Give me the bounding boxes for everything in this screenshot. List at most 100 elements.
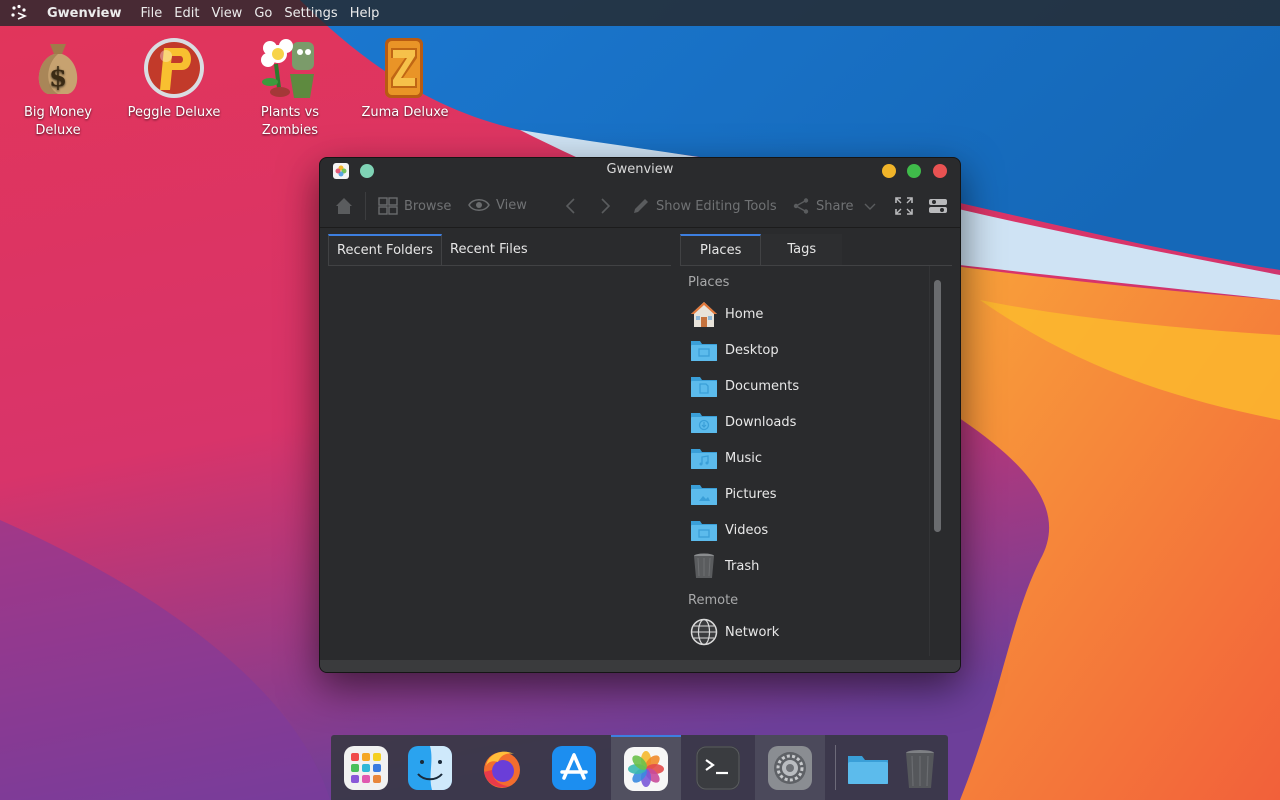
pictures-folder-icon [691, 485, 717, 505]
place-home[interactable]: Home [690, 297, 763, 331]
window-title: Gwenview [606, 162, 674, 177]
folder-icon [848, 755, 888, 784]
toggle-sidebar-button[interactable] [928, 196, 954, 216]
downloads-folder-icon [691, 413, 717, 433]
place-pictures[interactable]: Pictures [690, 477, 776, 511]
dock-firefox[interactable] [467, 735, 537, 800]
share-icon [793, 198, 809, 214]
tab-recent-folders[interactable]: Recent Folders [328, 234, 443, 265]
menu-go[interactable]: Go [254, 6, 272, 21]
menu-help[interactable]: Help [350, 6, 380, 21]
menu-settings[interactable]: Settings [284, 6, 337, 21]
place-label: Home [725, 306, 764, 322]
desktop-folder-icon [691, 341, 717, 361]
terminal-icon [696, 745, 740, 790]
sidebar-toggle-icon [929, 199, 947, 213]
desktop-icon-label: Zuma Deluxe [361, 105, 449, 120]
videos-folder-icon [691, 521, 717, 541]
dock-trash[interactable] [885, 735, 955, 800]
view-button[interactable]: View [468, 197, 527, 213]
home-button[interactable] [335, 197, 359, 215]
desktop-icon-big-money-deluxe[interactable]: $ Big Money Deluxe [8, 34, 108, 140]
dock-finder[interactable] [395, 735, 465, 800]
pencil-icon [634, 199, 648, 213]
share-button[interactable]: Share [792, 197, 882, 215]
place-network[interactable]: Network [690, 615, 779, 649]
active-app-name[interactable]: Gwenview [47, 6, 122, 21]
scrollbar-thumb[interactable] [934, 280, 941, 532]
tab-label: Recent Files [450, 242, 528, 257]
music-folder-icon [691, 449, 717, 469]
tab-places[interactable]: Places [680, 234, 762, 265]
view-label: View [496, 197, 527, 213]
application-launcher-icon[interactable] [0, 0, 38, 26]
eye-icon [468, 199, 490, 211]
share-label: Share [816, 198, 854, 214]
desktop-icon-plants-vs-zombies[interactable]: Plants vs Zombies [240, 34, 340, 140]
show-editing-tools-label: Show Editing Tools [656, 198, 777, 214]
place-trash[interactable]: Trash [690, 549, 759, 583]
place-label: Trash [725, 558, 760, 574]
fullscreen-icon [895, 197, 913, 215]
fullscreen-button[interactable] [894, 196, 920, 216]
tab-label: Recent Folders [337, 243, 434, 258]
network-globe-icon [690, 618, 718, 646]
chevron-right-icon [601, 198, 611, 214]
right-tabbar: Places Tags [680, 234, 843, 265]
place-label: Network [725, 624, 780, 640]
system-settings-icon [768, 745, 812, 790]
previous-button[interactable] [564, 197, 584, 215]
place-label: Pictures [725, 486, 777, 502]
next-button[interactable] [598, 197, 618, 215]
firefox-icon [484, 751, 520, 788]
panel-border [929, 266, 930, 656]
dock [331, 735, 948, 800]
peggle-icon [144, 38, 204, 98]
menu-view[interactable]: View [211, 6, 242, 21]
place-label: Music [725, 450, 762, 466]
place-downloads[interactable]: Downloads [690, 405, 796, 439]
dock-app-launcher[interactable] [331, 735, 401, 800]
close-button[interactable] [933, 164, 947, 178]
dock-app-store[interactable] [539, 735, 609, 800]
app-launcher-icon [344, 745, 388, 790]
tab-recent-files[interactable]: Recent Files [442, 234, 536, 265]
place-label: Downloads [725, 414, 797, 430]
remote-section-header: Remote [688, 593, 739, 608]
desktop-icon-zuma-deluxe[interactable]: Zuma Deluxe [355, 34, 455, 122]
desktop-icon-label: Plants vs Zombies [260, 105, 320, 138]
tab-tags[interactable]: Tags [761, 234, 843, 265]
place-desktop[interactable]: Desktop [690, 333, 779, 367]
window-titlebar[interactable]: Gwenview [320, 158, 960, 184]
app-store-icon [552, 745, 596, 790]
dock-terminal[interactable] [683, 735, 753, 800]
desktop-icon-peggle-deluxe[interactable]: Peggle Deluxe [124, 34, 224, 122]
place-label: Documents [725, 378, 800, 394]
menu-file[interactable]: File [141, 6, 163, 21]
places-scrollbar[interactable] [934, 280, 941, 532]
recent-folders-list[interactable] [328, 266, 671, 656]
chevron-down-icon [864, 203, 876, 210]
dock-photos[interactable] [611, 735, 681, 800]
place-documents[interactable]: Documents [690, 369, 799, 403]
browse-button[interactable]: Browse [378, 197, 451, 215]
trash-icon [906, 749, 934, 788]
minimize-button[interactable] [882, 164, 896, 178]
window-content: Recent Folders Recent Files Places Tags … [320, 229, 960, 661]
money-bag-icon: $ [38, 44, 78, 94]
finder-icon [408, 745, 452, 790]
menu-edit[interactable]: Edit [174, 6, 199, 21]
desktop-icon-label: Big Money Deluxe [23, 105, 92, 138]
dock-system-settings[interactable] [755, 735, 825, 800]
place-music[interactable]: Music [690, 441, 762, 475]
places-section-header: Places [688, 275, 730, 290]
maximize-button[interactable] [907, 164, 921, 178]
place-label: Desktop [725, 342, 779, 358]
left-tabbar: Recent Folders Recent Files [328, 234, 536, 265]
home-icon [691, 302, 717, 327]
show-editing-tools-button[interactable]: Show Editing Tools [632, 197, 777, 215]
trash-icon [694, 553, 714, 578]
plants-vs-zombies-icon [261, 39, 314, 98]
chevron-left-icon [565, 198, 575, 214]
place-videos[interactable]: Videos [690, 513, 768, 547]
